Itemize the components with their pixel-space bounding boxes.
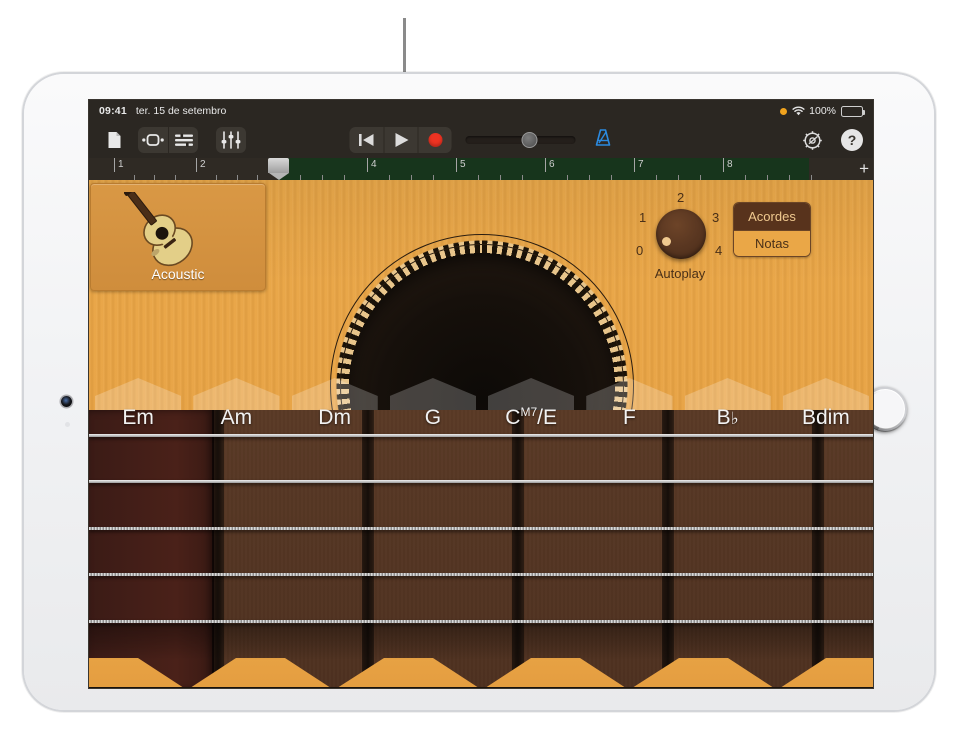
front-camera-icon — [61, 396, 72, 407]
guitar-string — [89, 480, 874, 483]
status-bar-left: 09:41 ter. 15 de setembro — [99, 105, 226, 117]
autoplay-control: 0 1 2 3 4 Autoplay — [627, 185, 733, 285]
fret-line — [662, 410, 674, 689]
ruler-bar-number: 1 — [118, 159, 124, 170]
master-volume-slider[interactable] — [466, 136, 576, 144]
settings-button[interactable] — [797, 127, 827, 153]
toolbar-left-group — [99, 127, 246, 153]
toggle-option-notes[interactable]: Notas — [734, 230, 810, 257]
guitar-string — [89, 620, 874, 623]
battery-full-icon — [841, 106, 863, 117]
acoustic-guitar-icon — [124, 192, 232, 275]
chord-label: Bdim — [802, 406, 850, 438]
fret-line — [512, 410, 524, 689]
screenshot-root: 09:41 ter. 15 de setembro 100% — [0, 0, 958, 737]
toolbar-right-group: ? — [797, 127, 863, 153]
toolbar-view-group — [138, 127, 198, 153]
metronome-icon[interactable] — [594, 128, 613, 152]
toolbar-mixer-group — [216, 127, 246, 153]
chord-label: Em — [122, 406, 154, 438]
ruler-bar-number: 2 — [200, 159, 206, 170]
chord-label: Am — [221, 406, 253, 438]
guitar-instrument-area: Acoustic 0 1 2 3 4 Autoplay Acordes — [89, 180, 874, 689]
knob-indicator-dot — [662, 237, 671, 246]
status-bar-right: 100% — [780, 105, 863, 117]
autoplay-position-label: 3 — [712, 210, 719, 225]
fret-line — [362, 410, 374, 689]
autoplay-position-label: 1 — [639, 210, 646, 225]
playhead[interactable] — [268, 158, 289, 180]
instrument-card-acoustic[interactable]: Acoustic — [90, 183, 266, 291]
transport-controls — [350, 127, 613, 153]
rewind-button[interactable] — [350, 127, 384, 153]
tracks-button[interactable] — [168, 127, 198, 153]
battery-percent-label: 100% — [809, 105, 836, 117]
ruler-bar-number: 4 — [371, 159, 377, 170]
toggle-option-chords[interactable]: Acordes — [734, 203, 810, 230]
play-button[interactable] — [384, 127, 418, 153]
fret-line — [812, 410, 824, 689]
browser-button[interactable] — [99, 127, 129, 153]
autoplay-label: Autoplay — [627, 266, 733, 281]
recording-indicator-dot — [780, 108, 787, 115]
ruler-bar-number: 5 — [460, 159, 466, 170]
ipad-device: 09:41 ter. 15 de setembro 100% — [22, 72, 936, 712]
transport-button-group — [350, 127, 452, 153]
volume-slider-knob[interactable] — [522, 132, 538, 148]
status-date: ter. 15 de setembro — [136, 105, 226, 117]
chords-notes-toggle[interactable]: Acordes Notas — [733, 202, 811, 257]
chord-label: F — [623, 406, 636, 438]
add-section-button[interactable]: + — [859, 160, 869, 177]
main-toolbar: ? — [89, 122, 873, 158]
guitar-string — [89, 527, 874, 530]
help-button[interactable]: ? — [841, 129, 863, 151]
chord-label: CM7/E — [505, 405, 557, 438]
status-time: 09:41 — [99, 105, 127, 117]
guitar-string — [89, 434, 874, 437]
chord-label: B♭ — [717, 406, 739, 438]
autoplay-position-label: 2 — [677, 190, 684, 205]
chord-label: G — [425, 406, 441, 438]
autoplay-position-label: 4 — [715, 243, 722, 258]
ruler-bar-number: 6 — [549, 159, 555, 170]
guitar-string — [89, 573, 874, 576]
timeline-ruler[interactable]: 1 2 3 4 5 6 7 8 — [89, 158, 873, 180]
fret-line — [212, 410, 224, 689]
autoplay-position-label: 0 — [636, 243, 643, 258]
chord-label: Dm — [318, 406, 351, 438]
mixer-button[interactable] — [216, 127, 246, 153]
view-button[interactable] — [138, 127, 168, 153]
instrument-baseline — [89, 687, 874, 689]
ruler-bar-number: 7 — [638, 159, 644, 170]
status-bar: 09:41 ter. 15 de setembro 100% — [89, 100, 873, 122]
ambient-sensor-icon — [65, 422, 70, 427]
autoplay-knob[interactable] — [656, 209, 706, 259]
wifi-icon — [792, 106, 804, 116]
fretboard[interactable] — [89, 410, 874, 689]
ruler-bar-number: 8 — [727, 159, 733, 170]
nut — [89, 410, 214, 689]
record-button[interactable] — [418, 127, 452, 153]
ipad-screen: 09:41 ter. 15 de setembro 100% — [88, 99, 874, 689]
